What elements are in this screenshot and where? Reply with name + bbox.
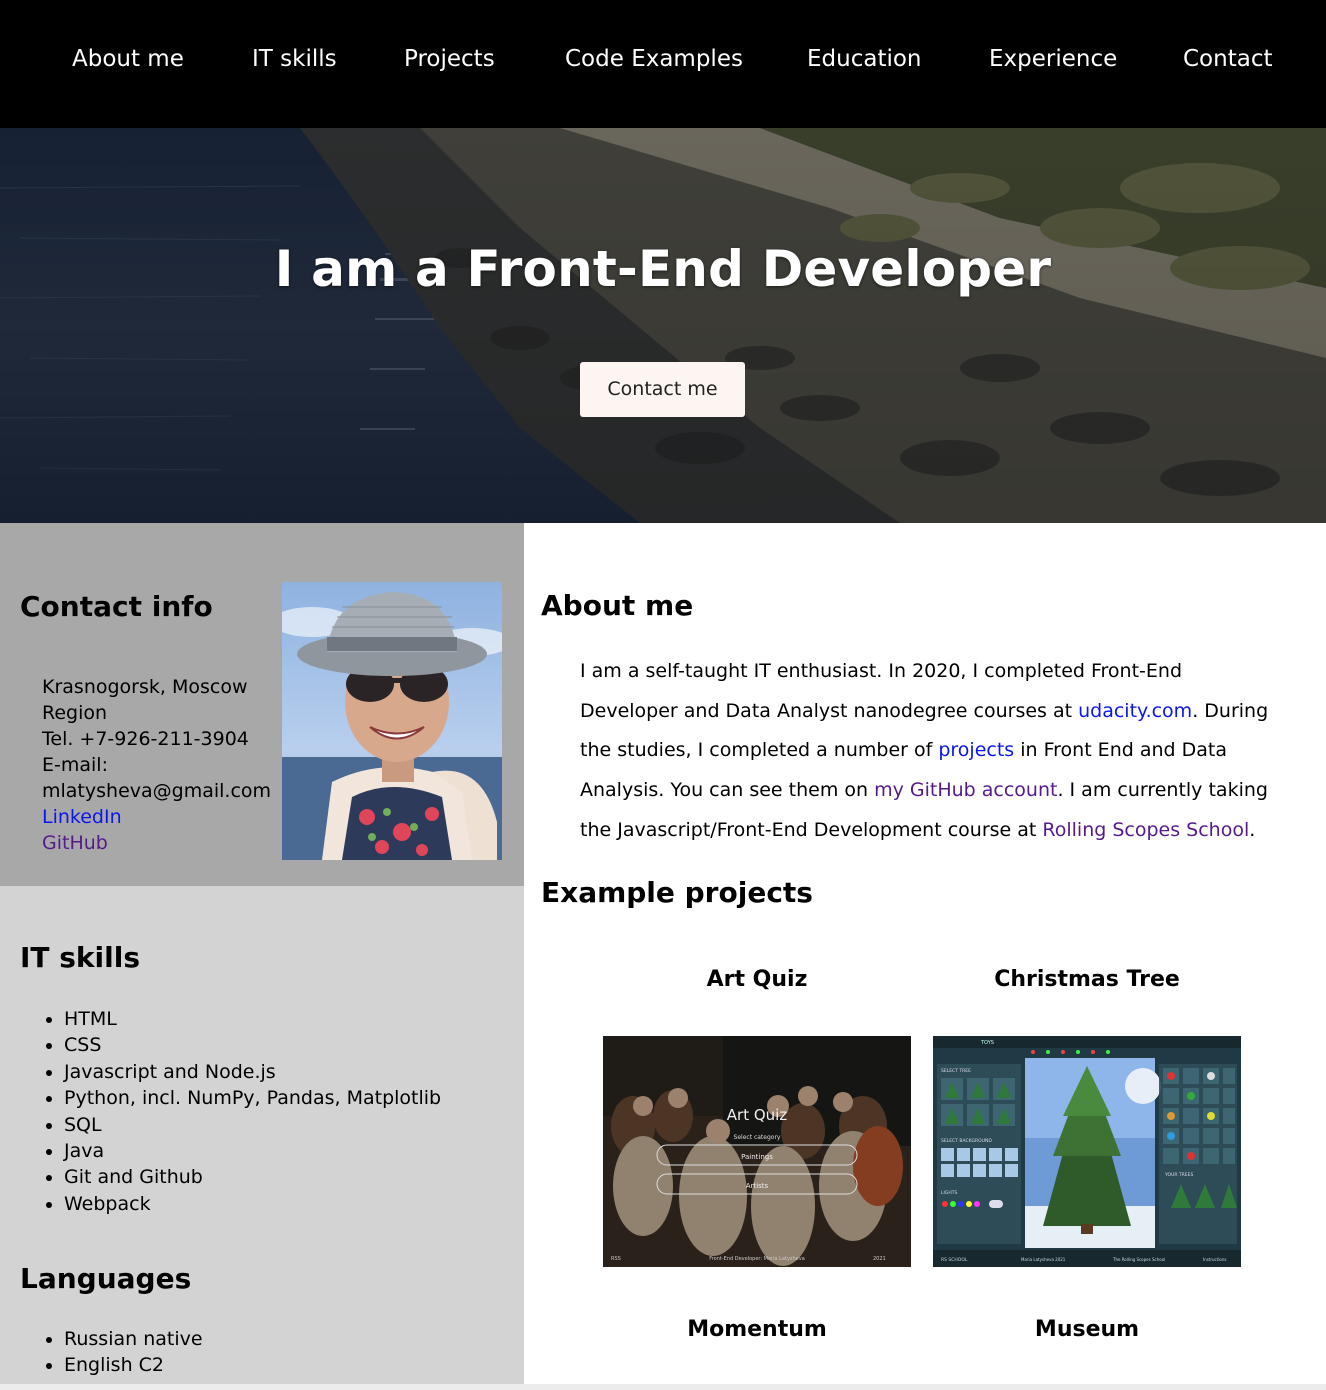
list-item: English C2 bbox=[64, 1352, 203, 1378]
it-skills-heading: IT skills bbox=[20, 941, 141, 974]
list-item: Webpack bbox=[64, 1191, 441, 1217]
linkedin-link[interactable]: LinkedIn bbox=[42, 804, 277, 830]
contact-me-button[interactable]: Contact me bbox=[580, 362, 745, 417]
art-quiz-thumb-footer-right: 2021 bbox=[873, 1256, 886, 1262]
languages-list: Russian native English C2 bbox=[64, 1326, 203, 1379]
xmas-thumb-footer-right: Instructions bbox=[1203, 1257, 1227, 1262]
list-item: Java bbox=[64, 1138, 441, 1164]
xmas-thumb-footer-mid: Maria Latysheva 2021 bbox=[1021, 1257, 1066, 1262]
contact-phone: Tel. +7-926-211-3904 bbox=[42, 728, 249, 750]
art-quiz-thumb-option1: Paintings bbox=[741, 1153, 773, 1161]
main-content: About me I am a self-taught IT enthusias… bbox=[524, 523, 1326, 1384]
top-nav: About me IT skills Projects Code Example… bbox=[0, 0, 1326, 128]
art-quiz-thumb-title: Art Quiz bbox=[727, 1106, 788, 1124]
nav-education[interactable]: Education bbox=[807, 46, 922, 72]
project-title-christmas-tree: Christmas Tree bbox=[994, 967, 1180, 992]
contact-email: mlatysheva@gmail.com bbox=[42, 780, 272, 802]
contact-info-heading: Contact info bbox=[20, 590, 213, 623]
list-item: HTML bbox=[64, 1006, 441, 1032]
xmas-thumb-footer-mid2: The Rolling Scopes School bbox=[1112, 1257, 1165, 1262]
nav-code-examples[interactable]: Code Examples bbox=[565, 46, 743, 72]
art-quiz-thumb-footer-left: RSS bbox=[611, 1256, 621, 1262]
xmas-thumb-your-trees: YOUR TREES bbox=[1164, 1172, 1193, 1178]
art-quiz-thumbnail[interactable]: Art Quiz Select category Paintings Artis… bbox=[603, 1036, 911, 1267]
list-item: CSS bbox=[64, 1032, 441, 1058]
about-me-paragraph: I am a self-taught IT enthusiast. In 202… bbox=[580, 652, 1280, 851]
list-item: Russian native bbox=[64, 1326, 203, 1352]
profile-photo bbox=[282, 582, 502, 860]
art-quiz-thumb-option2: Artists bbox=[746, 1182, 769, 1190]
project-title-art-quiz: Art Quiz bbox=[706, 967, 808, 992]
xmas-thumb-select-bg: SELECT BACKGROUND bbox=[941, 1138, 992, 1144]
nav-experience[interactable]: Experience bbox=[989, 46, 1117, 72]
hero-banner: I am a Front-End Developer Contact me bbox=[0, 128, 1326, 523]
hero-background-image bbox=[0, 128, 1326, 523]
xmas-thumb-top-label: TOYS bbox=[980, 1040, 994, 1046]
contact-email-label: E-mail: bbox=[42, 754, 108, 776]
projects-link[interactable]: projects bbox=[938, 739, 1014, 761]
contact-info-section: Contact info Krasnogorsk, Moscow Region … bbox=[0, 523, 524, 886]
xmas-thumb-lights: LIGHTS bbox=[941, 1190, 957, 1196]
github-account-link[interactable]: my GitHub account bbox=[874, 779, 1057, 801]
xmas-thumb-select-tree: SELECT TREE bbox=[941, 1068, 971, 1074]
art-quiz-thumb-subtitle: Select category bbox=[734, 1134, 781, 1141]
art-quiz-thumb-footer-mid: Front-End Developer: Maria Latysheva bbox=[709, 1256, 805, 1262]
nav-about-me[interactable]: About me bbox=[72, 46, 184, 72]
xmas-thumb-footer-left: RS SCHOOL bbox=[941, 1257, 968, 1263]
contact-location: Krasnogorsk, Moscow Region bbox=[42, 676, 248, 724]
list-item: SQL bbox=[64, 1112, 441, 1138]
nav-projects[interactable]: Projects bbox=[404, 46, 495, 72]
github-link[interactable]: GitHub bbox=[42, 830, 277, 856]
nav-contact[interactable]: Contact bbox=[1183, 46, 1272, 72]
hero-title: I am a Front-End Developer bbox=[274, 240, 1052, 298]
udacity-link[interactable]: udacity.com bbox=[1078, 700, 1192, 722]
list-item: Git and Github bbox=[64, 1164, 441, 1190]
example-projects-heading: Example projects bbox=[541, 876, 813, 909]
languages-heading: Languages bbox=[20, 1262, 192, 1295]
christmas-tree-thumbnail[interactable]: TOYS SELECT TREE SELECT BACKGROUND LIGHT… bbox=[933, 1036, 1241, 1267]
contact-details: Krasnogorsk, Moscow Region Tel. +7-926-2… bbox=[42, 674, 277, 856]
skills-list: HTML CSS Javascript and Node.js Python, … bbox=[64, 1006, 441, 1217]
page-bottom-edge bbox=[0, 1384, 1326, 1390]
list-item: Javascript and Node.js bbox=[64, 1059, 441, 1085]
list-item: Python, incl. NumPy, Pandas, Matplotlib bbox=[64, 1085, 441, 1111]
nav-it-skills[interactable]: IT skills bbox=[252, 46, 337, 72]
project-title-momentum: Momentum bbox=[687, 1317, 827, 1342]
rolling-scopes-link[interactable]: Rolling Scopes School bbox=[1042, 819, 1249, 841]
about-text: . bbox=[1249, 818, 1256, 841]
about-me-heading: About me bbox=[541, 589, 694, 622]
skills-section: IT skills HTML CSS Javascript and Node.j… bbox=[0, 886, 524, 1384]
project-title-museum: Museum bbox=[1034, 1317, 1140, 1342]
